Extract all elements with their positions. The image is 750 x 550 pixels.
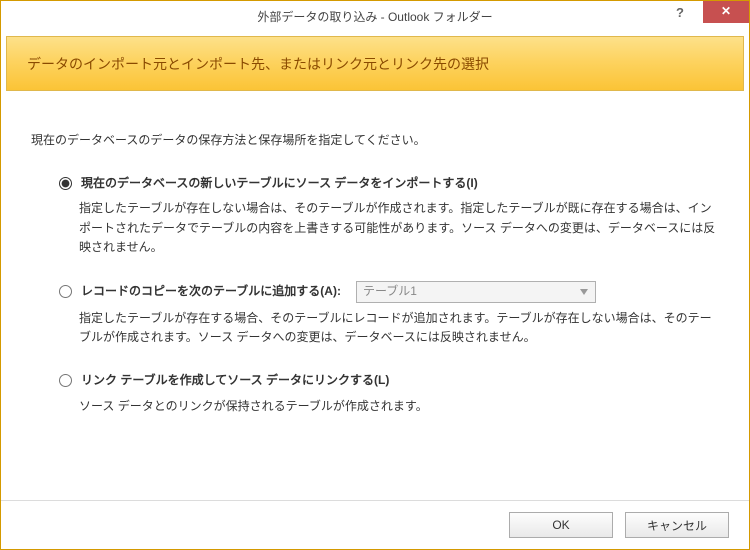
close-icon: ✕ xyxy=(721,5,731,17)
option-label: レコードのコピーを次のテーブルに追加する(A): xyxy=(81,282,341,301)
option-head: レコードのコピーを次のテーブルに追加する(A): テーブル1 xyxy=(59,281,719,303)
option-label: リンク テーブルを作成してソース データにリンクする(L) xyxy=(81,371,389,390)
titlebar-controls: ? ✕ xyxy=(657,1,749,23)
help-button[interactable]: ? xyxy=(657,1,703,23)
radio-import-new-table[interactable] xyxy=(59,177,72,190)
combo-value: テーブル1 xyxy=(363,282,417,301)
button-bar: OK キャンセル xyxy=(1,500,749,549)
option-description: 指定したテーブルが存在しない場合は、そのテーブルが作成されます。指定したテーブル… xyxy=(79,199,719,257)
intro-text: 現在のデータベースのデータの保存方法と保存場所を指定してください。 xyxy=(31,131,719,150)
option-head: リンク テーブルを作成してソース データにリンクする(L) xyxy=(59,371,719,390)
option-description: ソース データとのリンクが保持されるテーブルが作成されます。 xyxy=(79,397,719,416)
option-label: 現在のデータベースの新しいテーブルにソース データをインポートする(I) xyxy=(81,174,478,193)
option-link-table: リンク テーブルを作成してソース データにリンクする(L) ソース データとのリ… xyxy=(59,371,719,415)
wizard-header-title: データのインポート元とインポート先、またはリンク元とリンク先の選択 xyxy=(27,54,489,74)
content-area: 現在のデータベースのデータの保存方法と保存場所を指定してください。 現在のデータ… xyxy=(1,96,749,500)
option-head: 現在のデータベースの新しいテーブルにソース データをインポートする(I) xyxy=(59,174,719,193)
table-select-combo[interactable]: テーブル1 xyxy=(356,281,596,303)
radio-append-records[interactable] xyxy=(59,285,72,298)
titlebar: 外部データの取り込み - Outlook フォルダー ? ✕ xyxy=(1,1,749,31)
ok-button[interactable]: OK xyxy=(509,512,613,538)
option-description: 指定したテーブルが存在する場合、そのテーブルにレコードが追加されます。テーブルが… xyxy=(79,309,719,347)
cancel-button[interactable]: キャンセル xyxy=(625,512,729,538)
wizard-header: データのインポート元とインポート先、またはリンク元とリンク先の選択 xyxy=(6,36,744,91)
radio-link-table[interactable] xyxy=(59,374,72,387)
dialog-window: 外部データの取り込み - Outlook フォルダー ? ✕ データのインポート… xyxy=(0,0,750,550)
option-append-records: レコードのコピーを次のテーブルに追加する(A): テーブル1 指定したテーブルが… xyxy=(59,281,719,347)
window-title: 外部データの取り込み - Outlook フォルダー xyxy=(1,8,749,25)
option-import-new-table: 現在のデータベースの新しいテーブルにソース データをインポートする(I) 指定し… xyxy=(59,174,719,257)
chevron-down-icon xyxy=(577,285,591,299)
close-button[interactable]: ✕ xyxy=(703,1,749,23)
